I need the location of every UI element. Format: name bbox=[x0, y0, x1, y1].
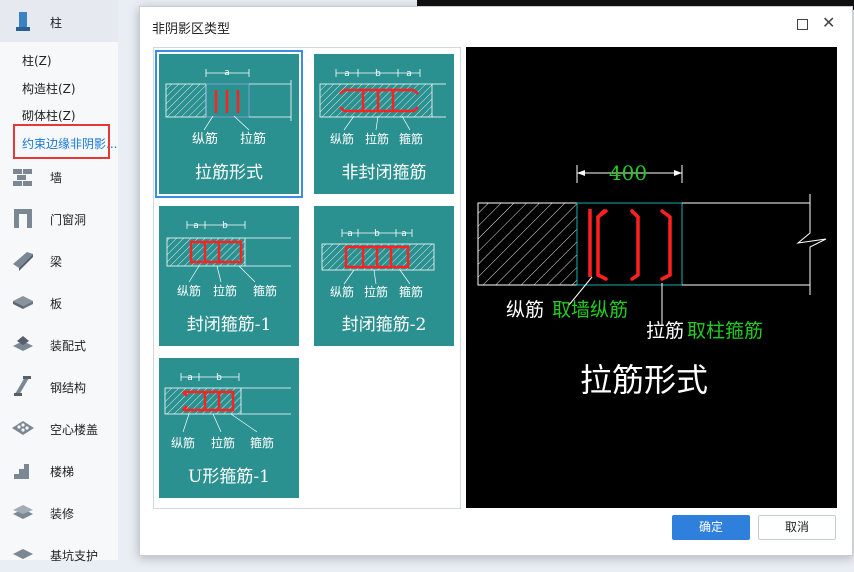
sidebar-category-beam[interactable]: 梁 bbox=[0, 244, 118, 278]
label-tie: 拉筋 bbox=[364, 284, 388, 299]
dim-label: a bbox=[187, 373, 193, 383]
label-stirrup: 箍筋 bbox=[250, 435, 274, 450]
preview-caption: 拉筋形式 bbox=[580, 361, 708, 399]
sidebar-category-hollow-floor[interactable]: 空心楼盖 bbox=[0, 412, 118, 446]
type-gallery: a 纵筋 拉筋 拉筋形式 a b a 纵筋 拉筋 箍筋 非封闭箍筋 a b 纵筋… bbox=[153, 47, 461, 509]
wall-icon bbox=[11, 164, 35, 191]
label-longitudinal: 纵筋 bbox=[330, 284, 354, 299]
sidebar-category-label: 钢结构 bbox=[50, 381, 87, 395]
sidebar-item-masonry-column[interactable]: 砌体柱(Z) bbox=[22, 107, 76, 124]
label-longitudinal: 纵筋 bbox=[192, 131, 218, 147]
option-caption: U形箍筋-1 bbox=[188, 467, 270, 487]
label-stirrup: 箍筋 bbox=[253, 283, 277, 298]
sidebar-category-wall[interactable]: 墙 bbox=[0, 160, 118, 194]
sidebar-category-label: 装修 bbox=[50, 507, 75, 521]
dim-label: b bbox=[216, 373, 222, 383]
sidebar-category-label: 墙 bbox=[50, 171, 63, 185]
label-tie: 拉筋 bbox=[213, 283, 237, 298]
sidebar-category-label: 柱 bbox=[50, 16, 63, 30]
dialog-title: 非阴影区类型 bbox=[152, 22, 231, 37]
preview-label-longitudinal: 纵筋 bbox=[506, 299, 544, 321]
stairs-icon bbox=[11, 458, 35, 485]
preview-label-tie: 拉筋 bbox=[646, 320, 684, 342]
label-longitudinal: 纵筋 bbox=[171, 435, 195, 450]
dim-label: b bbox=[374, 229, 380, 239]
option-caption: 封闭箍筋-1 bbox=[186, 315, 272, 335]
decoration-icon bbox=[11, 500, 35, 527]
foundation-support-icon bbox=[11, 542, 35, 569]
beam-icon bbox=[11, 248, 35, 275]
option-u-stirrup-1[interactable]: a b 纵筋 拉筋 箍筋 U形箍筋-1 bbox=[159, 358, 299, 498]
non-shadow-type-dialog: 非阴影区类型 ✕ a 纵筋 拉筋 拉筋形式 a b a 纵筋 拉筋 箍筋 非封闭… bbox=[139, 6, 853, 556]
dim-label: a bbox=[344, 69, 350, 79]
dim-label: a bbox=[406, 69, 412, 79]
option-caption: 拉筋形式 bbox=[195, 163, 263, 183]
sidebar-category-label: 装配式 bbox=[50, 339, 87, 353]
preview-label-longitudinal-note: 取墙纵筋 bbox=[552, 299, 628, 321]
sidebar-category-prefab[interactable]: 装配式 bbox=[0, 328, 118, 362]
column-icon bbox=[13, 11, 33, 36]
sidebar-category-door-window[interactable]: 门窗洞 bbox=[0, 202, 118, 236]
maximize-icon[interactable] bbox=[797, 19, 808, 30]
cancel-button[interactable]: 取消 bbox=[758, 515, 836, 540]
sidebar-category-decoration[interactable]: 装修 bbox=[0, 496, 118, 530]
sidebar-category-label: 板 bbox=[50, 297, 63, 311]
highlight-box bbox=[13, 124, 110, 159]
preview-dimension: 400 bbox=[609, 161, 647, 185]
sidebar-category-label: 空心楼盖 bbox=[50, 423, 99, 437]
sidebar-category-column[interactable]: 柱 bbox=[0, 0, 118, 42]
sidebar-category-label: 门窗洞 bbox=[50, 213, 87, 227]
sidebar-category-steel[interactable]: 钢结构 bbox=[0, 370, 118, 404]
option-caption: 非封闭箍筋 bbox=[341, 163, 427, 183]
sidebar-category-stairs[interactable]: 楼梯 bbox=[0, 454, 118, 488]
sidebar-category-label: 楼梯 bbox=[50, 465, 75, 479]
sidebar-item-column[interactable]: 柱(Z) bbox=[22, 52, 52, 69]
dim-label: a bbox=[224, 68, 230, 78]
component-sidebar: 柱 柱(Z) 构造柱(Z) 砌体柱(Z) 约束边缘非阴影... 墙 门窗洞 梁 … bbox=[0, 0, 118, 563]
option-open-stirrup[interactable]: a b a 纵筋 拉筋 箍筋 非封闭箍筋 bbox=[314, 54, 454, 194]
option-closed-stirrup-2[interactable]: a b a 纵筋 拉筋 箍筋 封闭箍筋-2 bbox=[314, 206, 454, 346]
slab-icon bbox=[11, 290, 35, 317]
prefab-icon bbox=[11, 332, 35, 359]
option-closed-stirrup-1[interactable]: a b 纵筋 拉筋 箍筋 封闭箍筋-1 bbox=[159, 206, 299, 346]
hollow-floor-icon bbox=[11, 416, 35, 443]
option-caption: 封闭箍筋-2 bbox=[341, 315, 427, 335]
option-tie-form[interactable]: a 纵筋 拉筋 拉筋形式 bbox=[159, 54, 299, 194]
sidebar-item-structural-column[interactable]: 构造柱(Z) bbox=[22, 80, 76, 97]
label-tie: 拉筋 bbox=[240, 131, 266, 147]
sidebar-category-slab[interactable]: 板 bbox=[0, 286, 118, 320]
preview-panel: 400 纵筋 取墙纵筋 拉筋 取柱箍筋 拉筋形式 bbox=[466, 47, 837, 508]
sidebar-category-label: 基坑支护 bbox=[50, 549, 99, 563]
label-stirrup: 箍筋 bbox=[399, 131, 423, 146]
steel-structure-icon bbox=[11, 374, 35, 401]
ok-button[interactable]: 确定 bbox=[672, 515, 750, 540]
dim-label: b bbox=[222, 221, 228, 231]
label-longitudinal: 纵筋 bbox=[177, 283, 201, 298]
sidebar-category-foundation[interactable]: 基坑支护 bbox=[0, 538, 118, 572]
dim-label: a bbox=[193, 221, 199, 231]
dim-label: a bbox=[347, 229, 353, 239]
label-longitudinal: 纵筋 bbox=[330, 131, 354, 146]
dim-label: b bbox=[375, 69, 381, 79]
sidebar-category-label: 梁 bbox=[50, 255, 63, 269]
door-window-icon bbox=[11, 206, 35, 233]
dim-label: a bbox=[401, 229, 407, 239]
label-tie: 拉筋 bbox=[211, 435, 235, 450]
label-tie: 拉筋 bbox=[365, 131, 389, 146]
label-stirrup: 箍筋 bbox=[399, 284, 423, 299]
close-icon[interactable]: ✕ bbox=[822, 13, 835, 33]
preview-label-tie-note: 取柱箍筋 bbox=[687, 320, 763, 342]
